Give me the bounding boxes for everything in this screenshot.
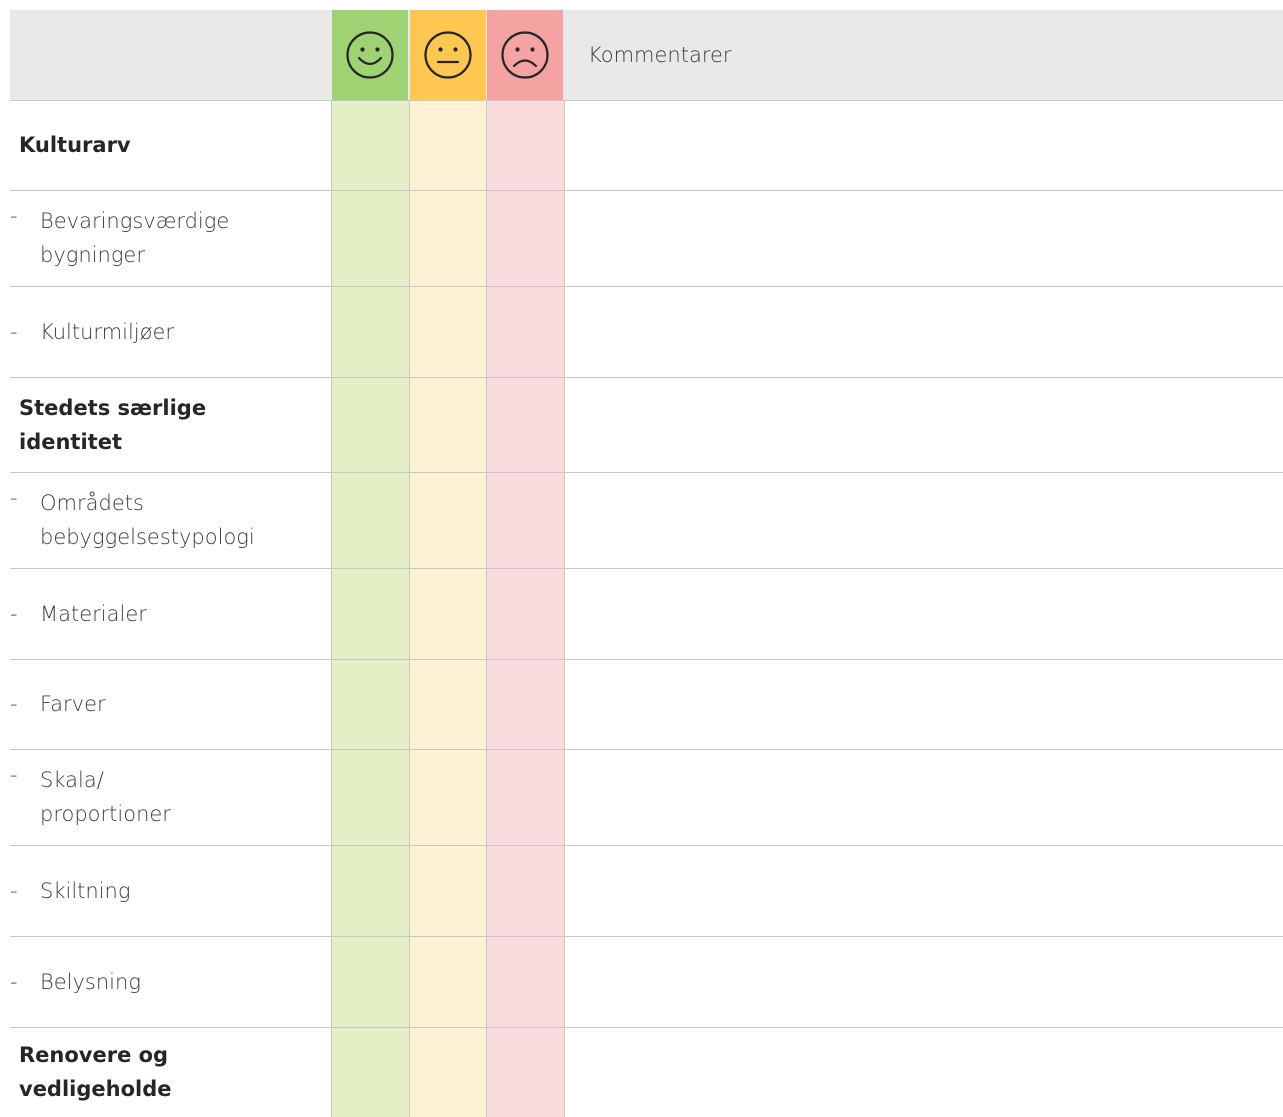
- row-label: Kulturmiljøer: [40, 319, 175, 344]
- row-divider: [10, 377, 1283, 378]
- bullet-dash: -: [10, 204, 18, 228]
- row-label: Materialer: [40, 601, 147, 626]
- table-row: - Farver: [10, 659, 320, 749]
- table-row-heading: Renovere og vedligeholde: [10, 1027, 320, 1117]
- row-divider: [10, 749, 1283, 750]
- table-row: - Kulturmiljøer: [10, 286, 320, 377]
- smiley-neutral-icon: [424, 31, 472, 79]
- table-row: - Skala/ proportioner: [10, 749, 320, 845]
- table-row-heading: Stedets særlige identitet: [10, 377, 320, 472]
- row-divider: [10, 845, 1283, 846]
- row-label: Belysning: [40, 969, 141, 994]
- column-divider: [331, 100, 332, 1117]
- evaluation-table: Kommentarer Kulturarv - Bevaringsværdige b…: [0, 0, 1283, 1117]
- row-divider: [10, 190, 1283, 191]
- row-divider: [10, 1027, 1283, 1028]
- neutral-column: [410, 100, 487, 1117]
- bullet-dash: -: [10, 763, 18, 787]
- positive-rating-header: [332, 10, 408, 100]
- smiley-sad-icon: [501, 31, 549, 79]
- row-divider: [10, 659, 1283, 660]
- row-label: Farver: [40, 692, 106, 716]
- row-divider: [10, 286, 1283, 287]
- row-heading-label: Kulturarv: [19, 133, 131, 157]
- table-row: - Belysning: [10, 936, 320, 1027]
- negative-rating-header: [487, 10, 563, 100]
- row-divider: [10, 936, 1283, 937]
- row-label: Skiltning: [40, 878, 131, 903]
- positive-column: [332, 100, 409, 1117]
- smiley-happy-icon: [346, 31, 394, 79]
- comments-column-header: Kommentarer: [588, 43, 732, 67]
- row-label: Områdets bebyggelsestypologi: [40, 491, 255, 549]
- bullet-dash: -: [10, 601, 18, 626]
- row-heading-label: Renovere og vedligeholde: [19, 1043, 172, 1101]
- bullet-dash: -: [10, 878, 18, 903]
- bullet-dash: -: [10, 692, 18, 716]
- bullet-dash: -: [10, 486, 18, 510]
- column-divider: [486, 100, 487, 1117]
- table-row: - Bevaringsværdige bygninger: [10, 190, 320, 286]
- bullet-dash: -: [10, 969, 18, 994]
- row-heading-label: Stedets særlige identitet: [19, 395, 207, 454]
- column-divider: [409, 100, 410, 1117]
- row-divider: [10, 472, 1283, 473]
- table-row: - Materialer: [10, 568, 320, 659]
- row-label: Skala/ proportioner: [40, 768, 171, 826]
- table-row: - Skiltning: [10, 845, 320, 936]
- row-divider: [10, 568, 1283, 569]
- negative-column: [487, 100, 564, 1117]
- row-label: Bevaringsværdige bygninger: [40, 209, 230, 267]
- neutral-rating-header: [410, 10, 486, 100]
- column-divider: [564, 100, 565, 1117]
- table-row-heading: Kulturarv: [10, 100, 320, 190]
- bullet-dash: -: [10, 319, 18, 344]
- table-row: - Områdets bebyggelsestypologi: [10, 472, 320, 568]
